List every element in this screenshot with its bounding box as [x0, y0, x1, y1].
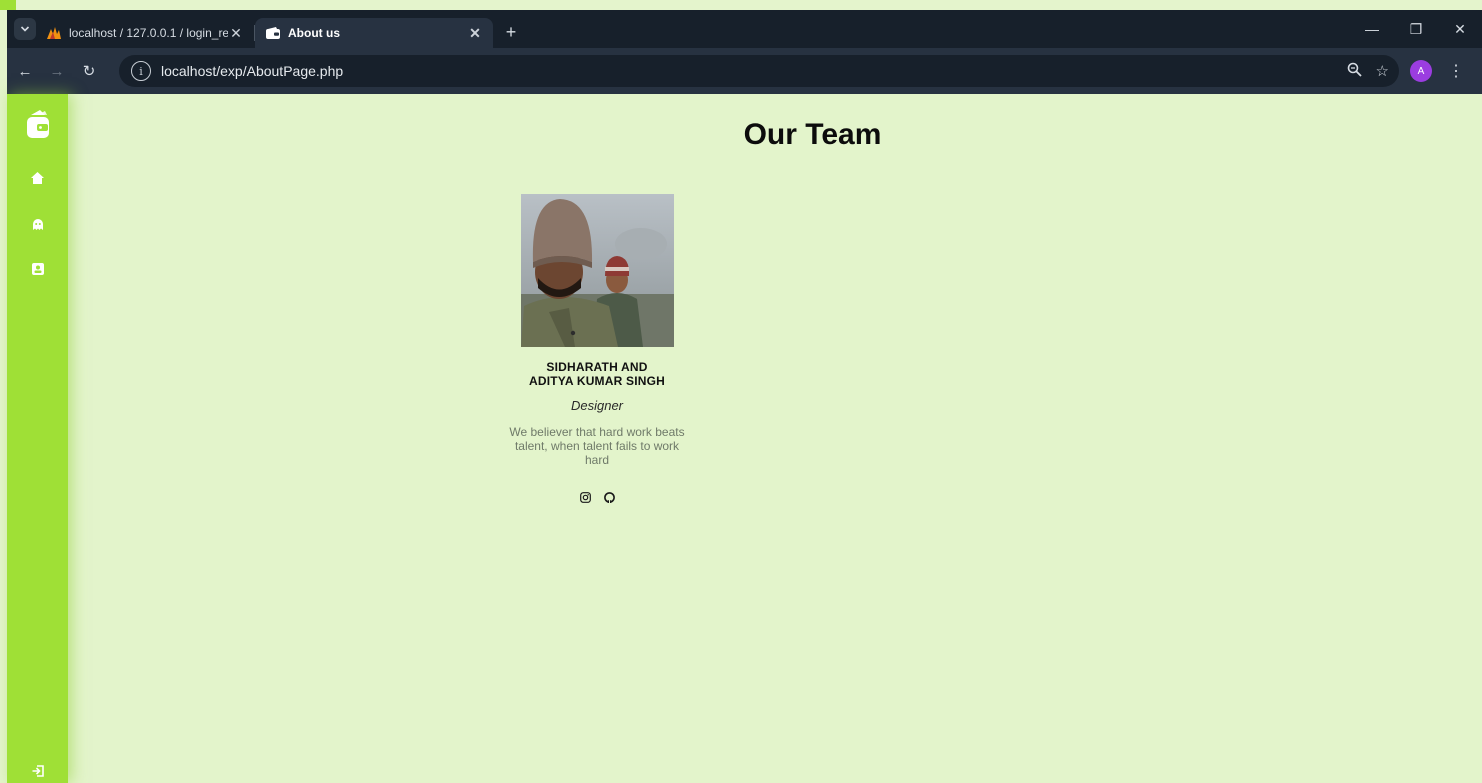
- logout-icon[interactable]: [7, 765, 68, 777]
- new-tab-button[interactable]: +: [497, 18, 525, 46]
- tab-label: localhost / 127.0.0.1 / login_reg: [69, 26, 228, 40]
- restore-icon[interactable]: ❐: [1394, 10, 1438, 48]
- url-text[interactable]: localhost/exp/AboutPage.php: [161, 63, 343, 79]
- page-title: Our Team: [743, 118, 882, 151]
- phpmyadmin-icon: [46, 26, 62, 40]
- forward-arrow-icon[interactable]: →: [43, 57, 71, 85]
- ghost-icon[interactable]: [7, 218, 68, 230]
- window-controls: — ❐ ✕: [1350, 10, 1482, 48]
- bookmark-star-icon[interactable]: ☆: [1376, 62, 1389, 80]
- omnibox-actions: ☆: [1347, 55, 1389, 87]
- more-options-icon[interactable]: ⋮: [1448, 56, 1464, 86]
- team-member-description: We believer that hard work beats talent,…: [509, 425, 685, 467]
- chevron-down-icon: [20, 26, 30, 32]
- browser-toolbar: ← → ↻ i localhost/exp/AboutPage.php ☆ A …: [7, 48, 1482, 94]
- contact-card-icon[interactable]: [7, 263, 68, 275]
- tab-phpmyadmin[interactable]: localhost / 127.0.0.1 / login_reg ✕: [36, 18, 254, 48]
- wallet-icon: [265, 26, 281, 40]
- sidebar: [7, 94, 68, 783]
- tab-label: About us: [288, 26, 340, 40]
- profile-avatar[interactable]: A: [1410, 60, 1432, 82]
- team-member-photo: [520, 194, 674, 347]
- instagram-icon[interactable]: [579, 491, 591, 503]
- tab-search-button[interactable]: [14, 18, 36, 40]
- page-content: Our Team SIDHARATH AND ADITYA KUMAR SING…: [7, 94, 1482, 783]
- name-line-2: ADITYA KUMAR SINGH: [528, 374, 666, 388]
- team-member-role: Designer: [570, 398, 624, 413]
- tab-about-us[interactable]: About us ✕: [255, 18, 493, 48]
- reload-icon[interactable]: ↻: [75, 57, 103, 85]
- back-arrow-icon[interactable]: ←: [11, 57, 39, 85]
- close-icon[interactable]: ✕: [467, 25, 483, 42]
- browser-tab-bar: localhost / 127.0.0.1 / login_reg ✕ Abou…: [7, 10, 1482, 48]
- team-member-name: SIDHARATH AND ADITYA KUMAR SINGH: [491, 360, 703, 388]
- zoom-icon[interactable]: [1347, 62, 1362, 81]
- site-info-icon[interactable]: i: [131, 61, 151, 81]
- github-icon[interactable]: [603, 491, 615, 503]
- social-links: [491, 491, 703, 503]
- team-member-card: SIDHARATH AND ADITYA KUMAR SINGH Designe…: [491, 194, 703, 503]
- address-bar[interactable]: i localhost/exp/AboutPage.php ☆: [119, 55, 1399, 87]
- home-icon[interactable]: [7, 172, 68, 184]
- close-icon[interactable]: ✕: [228, 25, 244, 42]
- minimize-icon[interactable]: —: [1350, 10, 1394, 48]
- top-accent-strip: [0, 0, 1482, 10]
- window-close-icon[interactable]: ✕: [1438, 10, 1482, 48]
- name-line-1: SIDHARATH AND: [546, 360, 648, 374]
